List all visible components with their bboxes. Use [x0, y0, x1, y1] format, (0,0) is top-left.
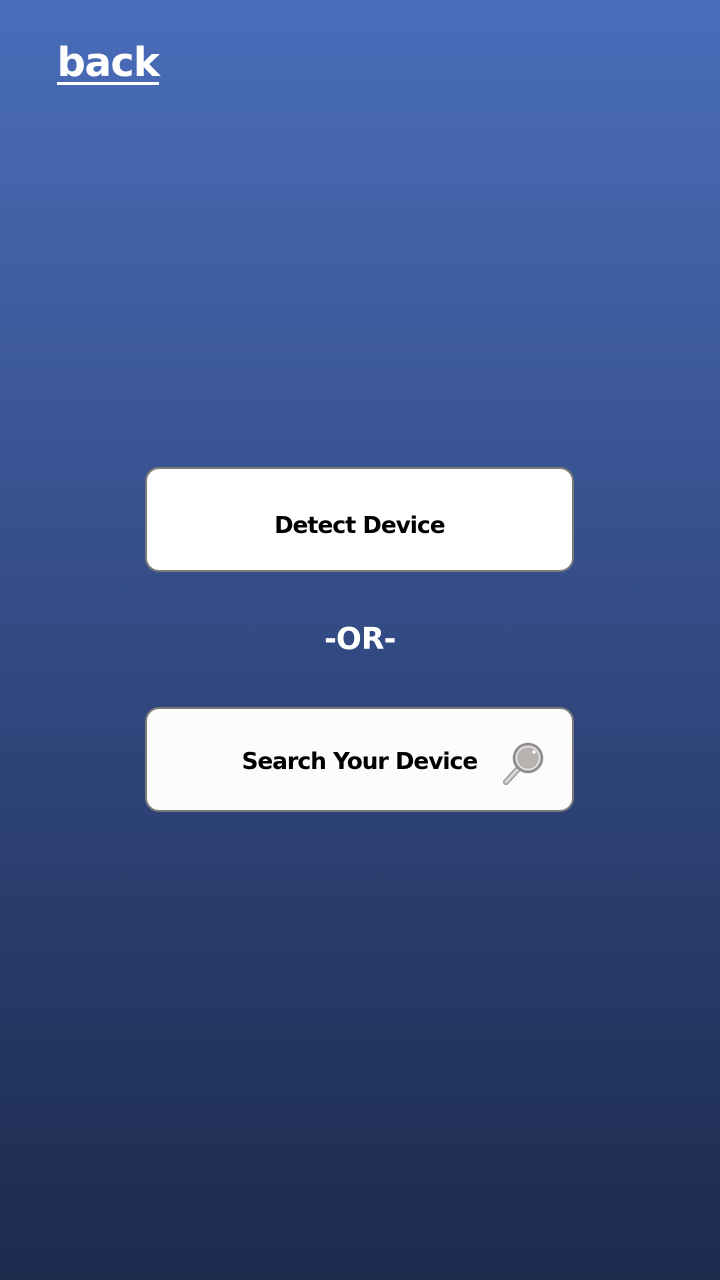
- or-divider: -OR-: [324, 622, 396, 657]
- search-device-button[interactable]: Search Your Device: [145, 707, 574, 812]
- detect-device-label: Detect Device: [274, 513, 445, 539]
- back-link[interactable]: back: [57, 40, 160, 86]
- search-icon[interactable]: [502, 740, 546, 786]
- detect-device-button[interactable]: Detect Device: [145, 467, 574, 572]
